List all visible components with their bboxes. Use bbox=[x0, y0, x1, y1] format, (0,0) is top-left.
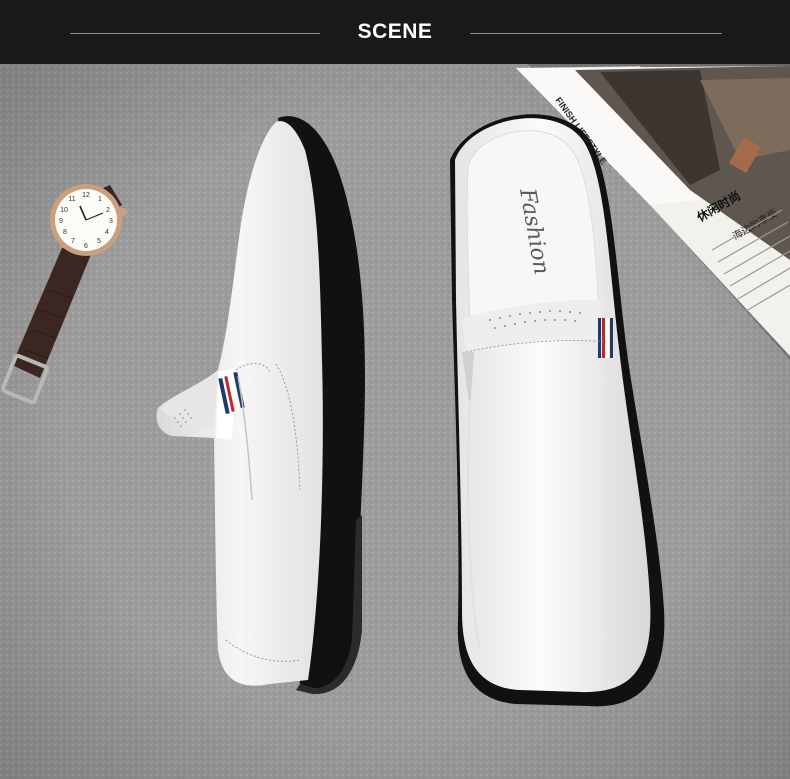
svg-text:2: 2 bbox=[106, 207, 110, 214]
svg-text:1: 1 bbox=[98, 196, 102, 203]
svg-text:5: 5 bbox=[97, 238, 101, 245]
watch-crown bbox=[119, 208, 127, 216]
svg-text:8: 8 bbox=[63, 229, 67, 236]
product-photo: FINISH LIFESTYLE 休闲时尚 海边的享受 bbox=[0, 64, 790, 779]
svg-text:12: 12 bbox=[82, 192, 90, 199]
scene-illustration: FINISH LIFESTYLE 休闲时尚 海边的享受 bbox=[0, 64, 790, 779]
svg-text:6: 6 bbox=[84, 243, 88, 250]
svg-text:7: 7 bbox=[71, 238, 75, 245]
header-divider-right bbox=[470, 33, 722, 34]
svg-text:10: 10 bbox=[60, 207, 68, 214]
svg-text:11: 11 bbox=[68, 196, 75, 203]
section-title: SCENE bbox=[357, 20, 433, 43]
section-header: SCENE bbox=[0, 0, 790, 64]
header-divider-left bbox=[70, 33, 320, 34]
svg-text:3: 3 bbox=[109, 218, 113, 225]
svg-text:9: 9 bbox=[59, 218, 63, 225]
product-scene-page: SCENE 休闲时尚 12 1 2 3 4 5 6 7 8 9 10 11 Fa… bbox=[0, 0, 790, 779]
svg-text:4: 4 bbox=[105, 229, 109, 236]
